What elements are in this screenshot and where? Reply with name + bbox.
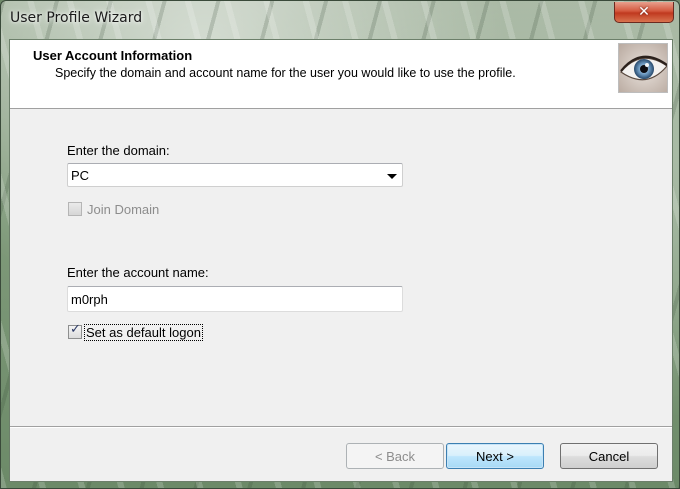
page-title: User Account Information	[33, 48, 193, 63]
page-subtitle: Specify the domain and account name for …	[55, 66, 516, 80]
default-logon-checkbox[interactable]: ✓	[68, 322, 82, 339]
account-name-label: Enter the account name:	[67, 265, 209, 280]
account-name-input[interactable]: m0rph	[67, 286, 403, 312]
title-bar[interactable]: User Profile Wizard ✕	[1, 1, 679, 39]
window-title: User Profile Wizard	[10, 10, 143, 26]
domain-select-value: PC	[71, 168, 90, 183]
domain-label: Enter the domain:	[67, 143, 170, 158]
chevron-down-icon[interactable]	[387, 174, 397, 179]
next-button[interactable]: Next >	[446, 443, 544, 469]
eye-icon	[618, 43, 668, 93]
account-name-value: m0rph	[71, 292, 108, 307]
cancel-button[interactable]: Cancel	[560, 443, 658, 469]
back-button[interactable]: < Back	[346, 443, 444, 469]
close-icon: ✕	[638, 4, 650, 20]
join-domain-checkbox[interactable]	[68, 202, 82, 216]
default-logon-label[interactable]: Set as default logon	[84, 324, 203, 341]
checkmark-icon: ✓	[70, 322, 81, 337]
close-button[interactable]: ✕	[614, 2, 674, 23]
footer-separator	[10, 426, 672, 428]
domain-select[interactable]: PC	[67, 163, 403, 187]
join-domain-label: Join Domain	[87, 202, 160, 217]
wizard-header: User Account Information Specify the dom…	[10, 40, 672, 109]
wizard-client-area: User Account Information Specify the dom…	[9, 39, 673, 482]
wizard-window: User Profile Wizard ✕ User Account Infor…	[0, 0, 680, 489]
